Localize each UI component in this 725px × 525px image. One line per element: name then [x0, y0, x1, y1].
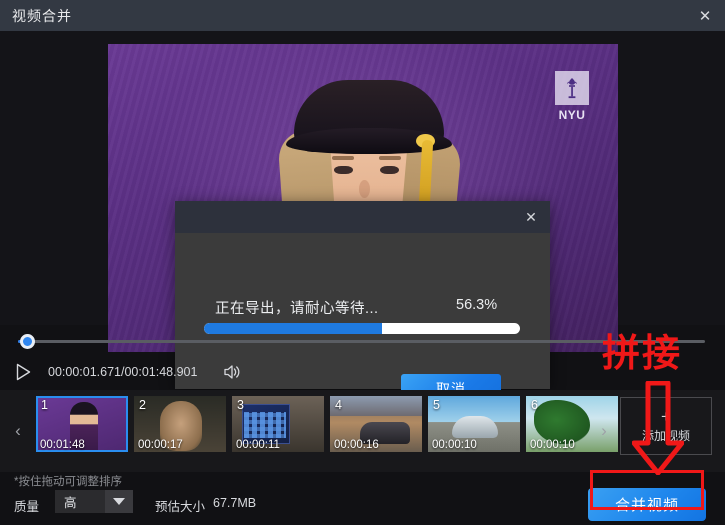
thumbnail-index: 4: [335, 398, 342, 412]
bottom-bar: 质量 高 预估大小 67.7MB 合并视频: [0, 488, 725, 525]
thumbnail-index: 5: [433, 398, 440, 412]
thumbnail-duration: 00:00:10: [432, 439, 477, 451]
subject-nose: [359, 180, 370, 198]
video-preview-area: NYU ✕ 正在导出，请耐心等待... 56.3% 取消: [0, 31, 725, 403]
timeline-scrubber[interactable]: [0, 325, 725, 357]
scrubber-handle[interactable]: [20, 334, 35, 349]
page-title: 视频合并: [12, 7, 72, 24]
nyu-watermark-label: NYU: [558, 108, 586, 122]
add-video-label: 添加视频: [641, 429, 690, 443]
nyu-watermark: NYU: [551, 71, 593, 127]
thumbnail-duration: 00:01:48: [40, 439, 85, 451]
thumbnail-strip: ‹ 1 00:01:48 2 00:00:17 3 00:00:11 4 00:00:16 5 0…: [0, 390, 725, 472]
quality-select[interactable]: 高: [55, 490, 133, 513]
thumbnail-index: 6: [531, 398, 538, 412]
chevron-left-icon[interactable]: ‹: [9, 420, 27, 442]
thumbnail-duration: 00:00:11: [236, 439, 280, 451]
nyu-torch-icon: [555, 71, 589, 105]
video-merge-window: 视频合并 ✕ NYU ✕ 正在导出，请耐心等待... 56.3% 取消 00:0…: [0, 0, 725, 525]
thumbnail-duration: 00:00:10: [530, 439, 575, 451]
thumbnail-index: 3: [237, 398, 244, 412]
drag-order-hint: *按住拖动可调整排序: [14, 476, 122, 488]
scrubber-track[interactable]: [18, 340, 705, 343]
dialog-header: ✕: [175, 201, 550, 233]
export-status-text: 正在导出，请耐心等待...: [215, 301, 379, 317]
quality-label: 质量: [14, 500, 40, 514]
thumbnail-list: 1 00:01:48 2 00:00:17 3 00:00:11 4 00:00:16 5 00:…: [36, 396, 618, 452]
chevron-right-icon[interactable]: ›: [595, 420, 613, 442]
thumbnail-duration: 00:00:17: [138, 439, 183, 451]
thumbnail-item[interactable]: 2 00:00:17: [134, 396, 226, 452]
subject-brow-right: [379, 156, 401, 160]
time-display: 00:00:01.671/00:01:48.901: [48, 365, 198, 379]
thumbnail-duration: 00:00:16: [334, 439, 379, 451]
export-percent-text: 56.3%: [456, 297, 498, 313]
dialog-close-button[interactable]: ✕: [520, 206, 542, 228]
window-close-button[interactable]: ✕: [693, 4, 717, 28]
add-video-button[interactable]: + 添加视频: [620, 397, 712, 455]
plus-icon: +: [661, 407, 671, 426]
estimate-size-label: 预估大小: [155, 500, 206, 514]
chevron-down-icon[interactable]: [105, 490, 133, 513]
torch-glyph: [567, 78, 577, 99]
play-icon[interactable]: [12, 361, 34, 383]
merge-video-button[interactable]: 合并视频: [588, 488, 706, 521]
volume-icon[interactable]: [222, 362, 242, 382]
thumbnail-item[interactable]: 3 00:00:11: [232, 396, 324, 452]
estimate-size-value: 67.7MB: [213, 496, 257, 510]
subject-eye-left: [334, 166, 353, 174]
subject-brow-left: [332, 156, 354, 160]
thumbnail-item[interactable]: 5 00:00:10: [428, 396, 520, 452]
quality-value: 高: [64, 496, 77, 510]
thumbnail-item[interactable]: 4 00:00:16: [330, 396, 422, 452]
title-bar: 视频合并 ✕: [0, 0, 725, 31]
thumbnail-item[interactable]: 1 00:01:48: [36, 396, 128, 452]
subject-eye-right: [380, 166, 399, 174]
thumbnail-index: 1: [41, 398, 48, 412]
thumbnail-index: 2: [139, 398, 146, 412]
transport-controls: 00:00:01.671/00:01:48.901: [0, 357, 725, 388]
